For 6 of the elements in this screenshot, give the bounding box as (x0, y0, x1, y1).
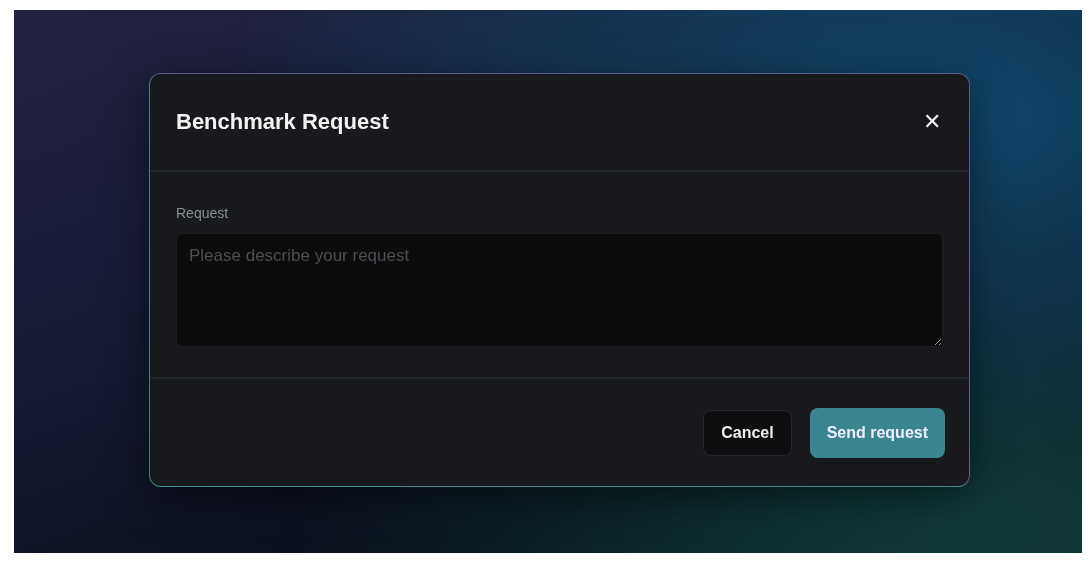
send-button[interactable]: Send request (809, 407, 945, 458)
dialog-title: Benchmark Request (176, 109, 389, 135)
cancel-button[interactable]: Cancel (703, 409, 792, 456)
request-field[interactable]: Please describe your request (176, 233, 943, 347)
close-button[interactable]: ✕ (923, 109, 941, 135)
field-label: Request (176, 205, 230, 221)
